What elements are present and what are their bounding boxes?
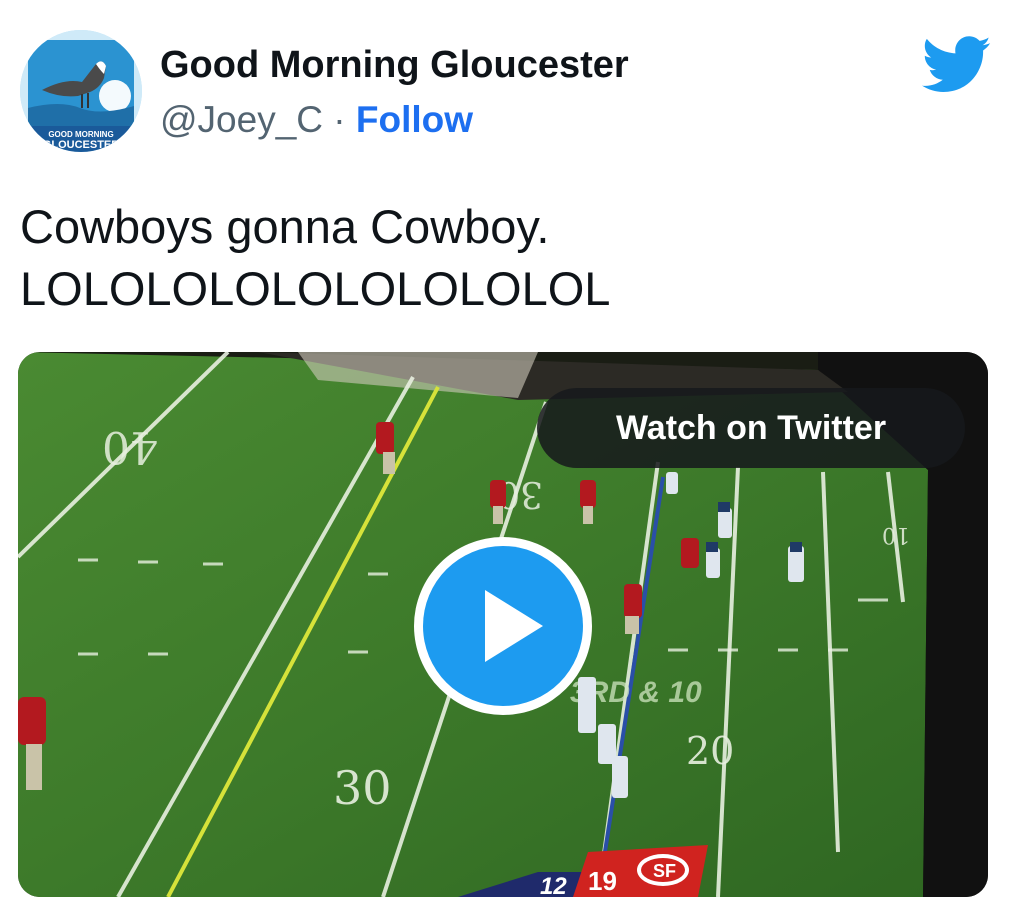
yard-label-40: 40 [102, 421, 158, 472]
avatar[interactable]: GOOD MORNING GLOUCESTER [20, 30, 142, 152]
team-logo: SF [653, 861, 676, 881]
handle[interactable]: @Joey_C [160, 99, 323, 140]
follow-button[interactable]: Follow [356, 99, 473, 140]
separator: · [333, 99, 346, 140]
avatar-text-top: GOOD MORNING [48, 130, 113, 139]
twitter-bird-icon[interactable] [922, 36, 992, 94]
yard-label-30: 30 [333, 761, 392, 815]
watch-on-twitter-button[interactable]: Watch on Twitter [537, 388, 965, 468]
score-right: 19 [588, 866, 617, 896]
score-left: 12 [540, 873, 567, 897]
tweet-text-line-1: Cowboys gonna Cowboy. [20, 200, 550, 253]
display-name[interactable]: Good Morning Gloucester [160, 44, 629, 87]
avatar-text-bottom: GLOUCESTER [43, 139, 119, 151]
tweet-text-line-2: LOLOLOLOLOLOLOLOLOL [20, 262, 611, 315]
seagull-logo: GOOD MORNING GLOUCESTER [20, 30, 142, 152]
play-icon [485, 590, 543, 662]
tweet-text: Cowboys gonna Cowboy. LOLOLOLOLOLOLOLOLO… [20, 196, 610, 320]
yard-label-10: 10 [882, 522, 910, 547]
play-button[interactable] [414, 537, 592, 715]
play-button-circle [423, 546, 583, 706]
yard-label-20: 20 [686, 729, 734, 773]
handle-row: @Joey_C · Follow [160, 99, 473, 141]
